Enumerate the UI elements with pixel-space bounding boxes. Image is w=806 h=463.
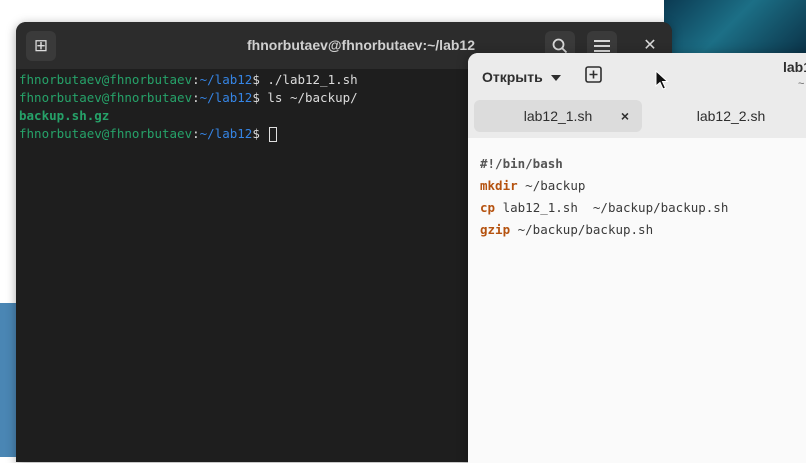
prompt-user: fhnorbutaev@fhnorbutaev: [19, 90, 193, 105]
dropdown-arrow-icon: [550, 75, 561, 82]
text-cursor: [269, 127, 278, 142]
command-text: ls ~/backup/: [267, 90, 358, 105]
code-keyword: mkdir: [480, 178, 518, 193]
code-args: lab12_1.sh ~/backup/backup.sh: [495, 200, 729, 215]
shebang: #!/bin/bash: [480, 156, 563, 171]
prompt-colon: :: [192, 126, 200, 141]
editor-tabbar: lab12_1.sh × lab12_2.sh: [468, 100, 806, 138]
code-area[interactable]: #!/bin/bash mkdir ~/backup cp lab12_1.sh…: [480, 153, 806, 241]
prompt-symbol: $: [252, 90, 268, 105]
open-button-label: Открыть: [482, 69, 543, 85]
editor-subtitle: ~: [798, 78, 805, 90]
hamburger-menu-icon: [594, 40, 610, 52]
code-args: ~/backup/backup.sh: [510, 222, 654, 237]
new-tab-icon: ⊞: [33, 36, 49, 55]
code-keyword: gzip: [480, 222, 511, 237]
close-icon: ✕: [643, 37, 657, 54]
prompt-symbol: $: [252, 72, 268, 87]
prompt-path: ~/lab12: [199, 126, 253, 141]
output-filename: backup.sh.gz: [19, 108, 110, 123]
tab-close-icon[interactable]: ×: [618, 100, 632, 132]
code-line: mkdir ~/backup: [480, 175, 806, 197]
tab-lab12-1[interactable]: lab12_1.sh ×: [474, 100, 642, 132]
prompt-colon: :: [192, 90, 200, 105]
code-line: gzip ~/backup/backup.sh: [480, 219, 806, 241]
desktop-wallpaper-right: [664, 0, 806, 60]
prompt-user: fhnorbutaev@fhnorbutaev: [19, 126, 193, 141]
open-button[interactable]: Открыть: [482, 62, 561, 92]
tab-lab12-2[interactable]: lab12_2.sh: [646, 100, 806, 132]
prompt-path: ~/lab12: [199, 72, 253, 87]
code-line: cp lab12_1.sh ~/backup/backup.sh: [480, 197, 806, 219]
text-editor-window[interactable]: Открыть lab1 ~ lab12_1.sh × lab12_2.sh #…: [468, 53, 806, 463]
prompt-path: ~/lab12: [199, 90, 253, 105]
code-keyword: cp: [480, 200, 496, 215]
desktop-wallpaper-left: [0, 303, 16, 457]
tab-label: lab12_1.sh: [523, 108, 593, 124]
tab-label: lab12_2.sh: [696, 108, 766, 124]
new-tab-button[interactable]: ⊞: [26, 31, 56, 61]
new-document-icon[interactable]: [585, 66, 602, 83]
mouse-pointer-icon: [655, 70, 669, 90]
prompt-symbol: $: [252, 126, 268, 141]
editor-headerbar[interactable]: Открыть lab1 ~: [468, 53, 806, 100]
code-line: #!/bin/bash: [480, 153, 806, 175]
editor-title: lab1: [783, 59, 806, 75]
search-icon: [552, 38, 568, 54]
prompt-colon: :: [192, 72, 200, 87]
command-text: ./lab12_1.sh: [267, 72, 358, 87]
code-args: ~/backup: [517, 178, 586, 193]
prompt-user: fhnorbutaev@fhnorbutaev: [19, 72, 193, 87]
